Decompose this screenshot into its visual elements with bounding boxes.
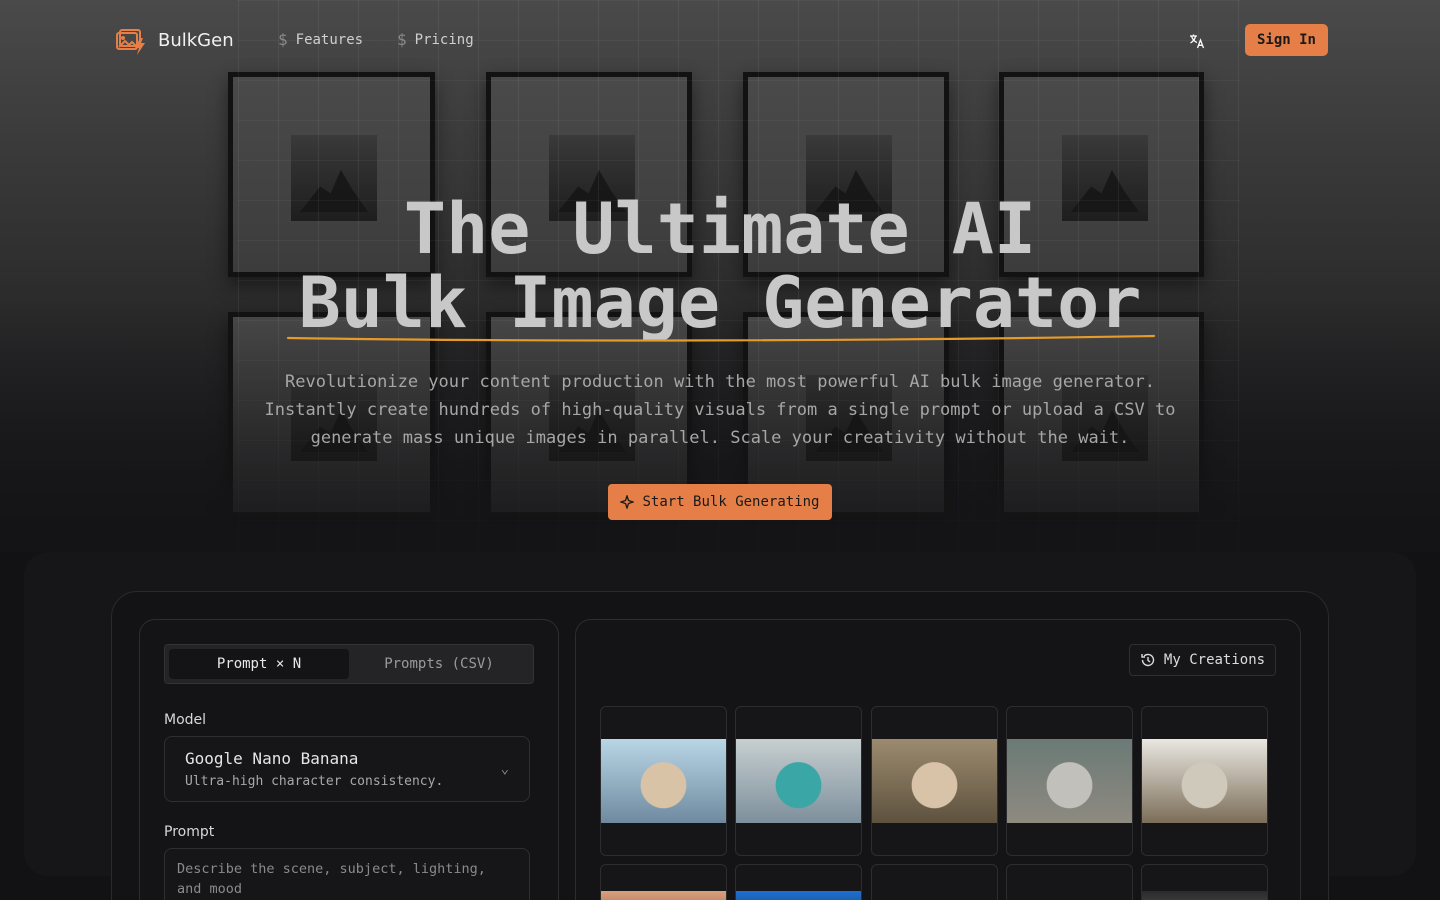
generated-image (1007, 891, 1132, 900)
generated-image (601, 739, 726, 823)
nav-features-label: Features (295, 31, 364, 48)
history-icon (1141, 653, 1155, 667)
thumbnail-card[interactable] (600, 706, 727, 856)
cta-label: Start Bulk Generating (642, 494, 820, 510)
nav-pricing-label: Pricing (414, 31, 474, 48)
thumbnail-card[interactable] (1006, 864, 1133, 900)
top-nav: BulkGen $ Features $ Pricing Sign In (0, 0, 1440, 80)
model-select[interactable]: Google Nano Banana Ultra-high character … (164, 736, 530, 802)
generated-image (1142, 739, 1267, 823)
mode-tabs: Prompt × N Prompts (CSV) (164, 644, 534, 684)
sign-in-button[interactable]: Sign In (1245, 24, 1328, 56)
dollar-icon: $ (397, 30, 407, 49)
model-name: Google Nano Banana (185, 749, 359, 768)
start-bulk-generating-button[interactable]: Start Bulk Generating (608, 484, 832, 520)
prompt-input[interactable] (164, 848, 530, 900)
logo-icon (116, 29, 145, 55)
hero-title-line2: Bulk Image Generator (298, 262, 1142, 344)
hero-subtitle: Revolutionize your content production wi… (264, 372, 1176, 448)
title-underline (286, 334, 1156, 342)
brand-logo[interactable]: BulkGen (116, 24, 234, 56)
hero-title-line1: The Ultimate AI (403, 188, 1037, 270)
tab-prompts-csv[interactable]: Prompts (CSV) (349, 649, 529, 679)
translate-icon[interactable] (1184, 28, 1210, 54)
thumbnail-card[interactable] (735, 706, 862, 856)
generated-image (872, 891, 997, 900)
prompt-label: Prompt (164, 824, 215, 840)
generated-image (736, 739, 861, 823)
brand-name: BulkGen (158, 29, 234, 51)
generated-image (872, 739, 997, 823)
hero-title: The Ultimate AI Bulk Image Generator (0, 192, 1440, 340)
tab-prompt-x-n[interactable]: Prompt × N (169, 649, 349, 679)
thumbnail-card[interactable] (1006, 706, 1133, 856)
model-label: Model (164, 712, 207, 728)
chevron-down-icon: ⌄ (500, 761, 509, 777)
model-description: Ultra-high character consistency. (185, 774, 444, 789)
generated-image (736, 891, 861, 900)
my-creations-button[interactable]: My Creations (1129, 644, 1276, 676)
nav-pricing[interactable]: $ Pricing (397, 30, 474, 49)
thumbnail-card[interactable] (735, 864, 862, 900)
thumbnail-card[interactable] (1141, 864, 1268, 900)
my-creations-label: My Creations (1163, 652, 1266, 668)
generated-image (1142, 891, 1267, 900)
generated-image (1007, 739, 1132, 823)
generated-image (601, 891, 726, 900)
thumbnail-card[interactable] (871, 706, 998, 856)
nav-features[interactable]: $ Features (278, 30, 363, 49)
thumbnail-card[interactable] (1141, 706, 1268, 856)
thumbnail-card[interactable] (871, 864, 998, 900)
dollar-icon: $ (278, 30, 288, 49)
sparkle-icon (620, 495, 635, 509)
thumbnail-card[interactable] (600, 864, 727, 900)
